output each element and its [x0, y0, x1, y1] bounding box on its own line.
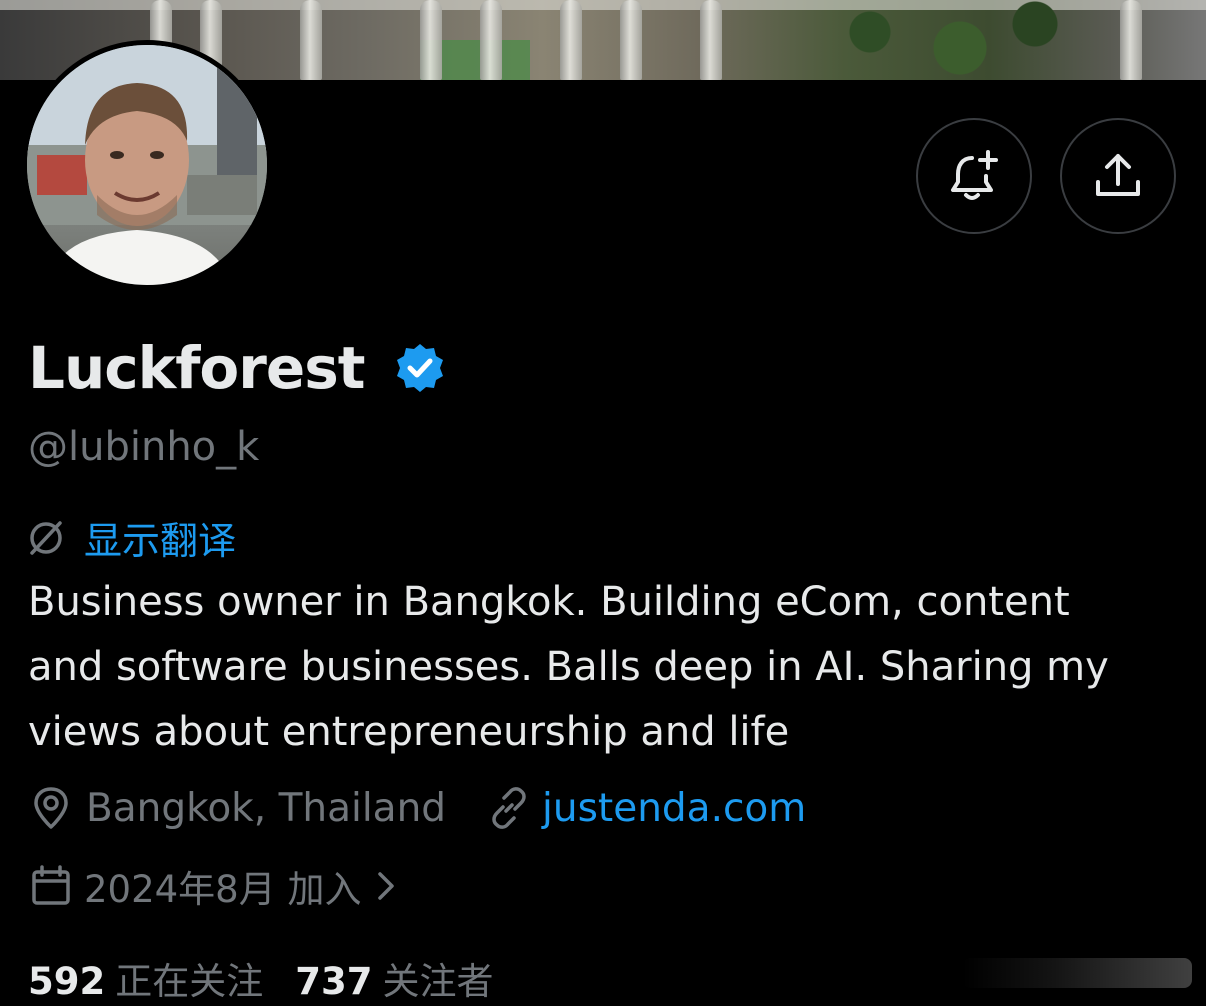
calendar-icon	[32, 865, 70, 905]
display-name: Luckforest	[28, 334, 365, 402]
banner-baluster	[620, 0, 642, 80]
following-link[interactable]: 592 正在关注	[28, 951, 263, 1005]
share-button[interactable]	[1060, 118, 1176, 234]
banner-baluster	[700, 0, 722, 80]
banner-baluster	[300, 0, 322, 80]
bio-line: Business owner in Bangkok. Building eCom…	[28, 579, 1070, 625]
followers-label: 关注者	[382, 960, 494, 1003]
location-pin-icon	[34, 787, 68, 829]
joined-text: 2024年8月 加入	[84, 868, 362, 911]
followers-count: 737	[295, 960, 373, 1003]
translate-slash-icon	[30, 521, 62, 555]
follow-stats: 592 正在关注 737 关注者	[28, 950, 493, 1006]
following-label: 正在关注	[115, 960, 264, 1003]
verified-badge-icon[interactable]	[394, 342, 446, 394]
banner-baluster	[420, 0, 442, 80]
link-icon	[492, 787, 526, 829]
notify-button[interactable]	[916, 118, 1032, 234]
website-link[interactable]: justenda.com	[542, 786, 806, 831]
bio-line: views about entrepreneurship and life	[28, 709, 790, 755]
share-upload-icon	[1096, 154, 1140, 196]
bell-plus-icon	[951, 150, 998, 200]
avatar-photo	[27, 45, 267, 285]
banner-baluster	[480, 0, 502, 80]
show-translation-label: 显示翻译	[84, 518, 237, 563]
avatar-portrait	[27, 45, 267, 285]
chevron-right-icon	[378, 872, 395, 900]
bio-line: and software businesses. Balls deep in A…	[28, 644, 1109, 690]
profile-meta: Bangkok, Thailand justenda.com	[28, 780, 806, 836]
profile-avatar[interactable]	[22, 40, 272, 290]
watermark-fade	[962, 958, 1192, 988]
banner-baluster	[1120, 0, 1142, 80]
banner-baluster	[560, 0, 582, 80]
show-translation-button[interactable]: 显示翻译	[26, 512, 237, 563]
profile-bio: Business owner in Bangkok. Building eCom…	[28, 570, 1188, 765]
joined-date-button[interactable]: 2024年8月 加入	[28, 858, 401, 914]
followers-link[interactable]: 737 关注者	[295, 951, 493, 1005]
location-text: Bangkok, Thailand	[86, 785, 447, 831]
following-count: 592	[28, 960, 106, 1003]
banner-plants	[780, 0, 1080, 80]
profile-handle: @lubinho_k	[28, 424, 260, 470]
